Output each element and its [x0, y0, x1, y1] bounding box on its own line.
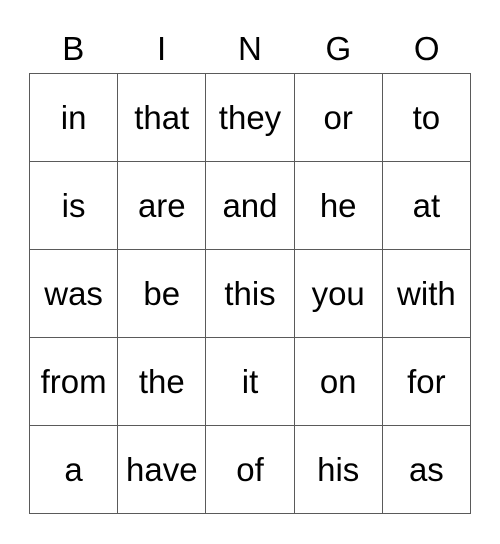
bingo-cell[interactable]: that [118, 74, 207, 162]
bingo-cell[interactable]: or [294, 74, 383, 162]
bingo-cell[interactable]: be [118, 250, 207, 338]
bingo-cell[interactable]: at [382, 162, 471, 250]
bingo-grid: in that they or to is are and he at was … [29, 73, 471, 514]
bingo-cell[interactable]: they [206, 74, 295, 162]
bingo-cell[interactable]: in [30, 74, 119, 162]
header-letter-n: N [238, 30, 262, 67]
bingo-cell[interactable]: is [30, 162, 119, 250]
header-letter-g: G [325, 30, 352, 67]
bingo-cell[interactable]: was [30, 250, 119, 338]
bingo-cell[interactable]: on [294, 338, 383, 426]
bingo-cell[interactable]: are [118, 162, 207, 250]
bingo-header: B I N G O [29, 28, 471, 70]
bingo-cell[interactable]: he [294, 162, 383, 250]
bingo-cell[interactable]: and [206, 162, 295, 250]
header-letter-b: B [62, 30, 85, 67]
bingo-cell[interactable]: have [118, 426, 207, 514]
bingo-cell[interactable]: from [30, 338, 119, 426]
bingo-cell[interactable]: the [118, 338, 207, 426]
bingo-cell[interactable]: of [206, 426, 295, 514]
bingo-cell[interactable]: this [206, 250, 295, 338]
bingo-cell[interactable]: to [382, 74, 471, 162]
bingo-cell[interactable]: with [382, 250, 471, 338]
bingo-cell[interactable]: a [30, 426, 119, 514]
header-letter-i: I [157, 30, 167, 67]
bingo-cell[interactable]: as [382, 426, 471, 514]
bingo-cell[interactable]: you [294, 250, 383, 338]
bingo-cell[interactable]: for [382, 338, 471, 426]
bingo-cell[interactable]: his [294, 426, 383, 514]
header-letter-o: O [413, 30, 440, 67]
bingo-cell[interactable]: it [206, 338, 295, 426]
